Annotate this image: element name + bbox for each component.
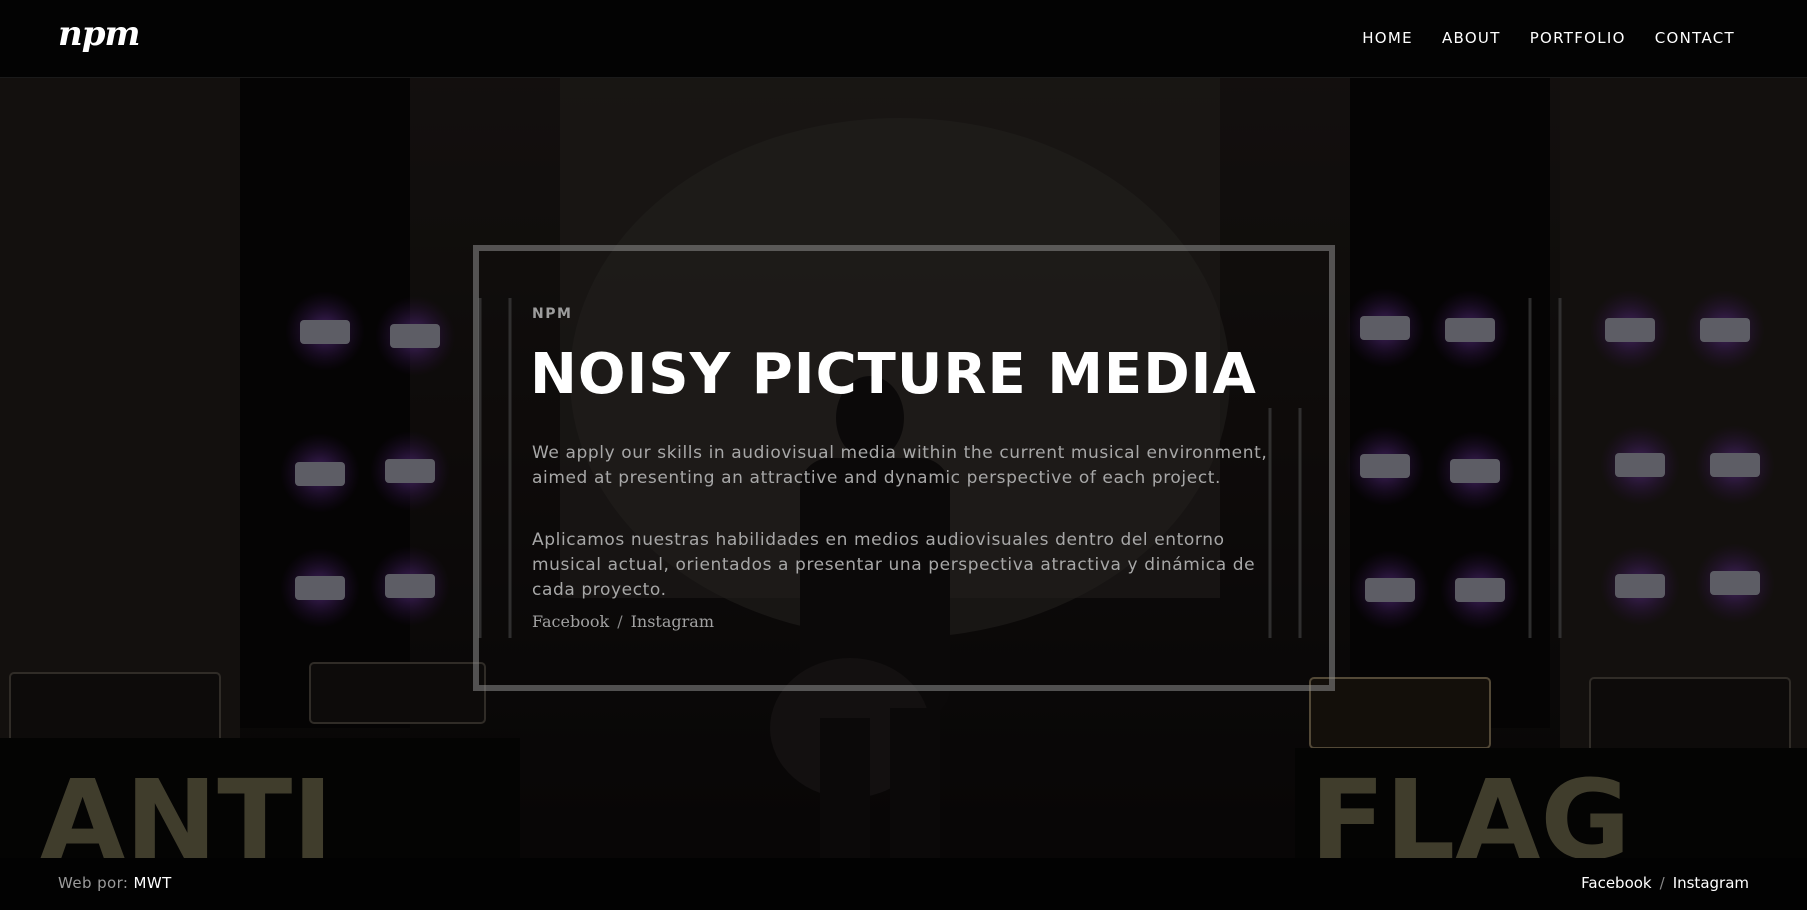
credit-link[interactable]: MWT <box>134 874 172 892</box>
logo[interactable]: npm <box>58 14 140 54</box>
nav-contact-link[interactable]: CONTACT <box>1655 26 1735 50</box>
nav-about-link[interactable]: ABOUT <box>1442 26 1501 50</box>
hero-paragraph-spanish: Aplicamos nuestras habilidades en medios… <box>532 530 1256 600</box>
hero-instagram-link[interactable]: Instagram <box>631 612 714 631</box>
footer-credit: Web por: MWT <box>58 874 172 892</box>
footer: Web por: MWT Facebook / Instagram <box>0 858 1807 910</box>
hero-eyebrow: NPM <box>532 306 573 322</box>
credit-prefix: Web por: <box>58 874 129 892</box>
top-navigation-bar: npm HOME ABOUT PORTFOLIO CONTACT <box>0 0 1807 78</box>
nav-portfolio-link[interactable]: PORTFOLIO <box>1530 26 1626 50</box>
footer-facebook-link[interactable]: Facebook <box>1581 874 1651 892</box>
hero-paragraph-english: We apply our skills in audiovisual media… <box>532 443 1268 488</box>
hero-title: NOISY PICTURE MEDIA <box>530 342 1257 407</box>
footer-instagram-link[interactable]: Instagram <box>1673 874 1749 892</box>
hero-social-separator: / <box>617 612 623 631</box>
nav-home-link[interactable]: HOME <box>1362 26 1413 50</box>
footer-social-links: Facebook / Instagram <box>1581 874 1749 892</box>
hero-facebook-link[interactable]: Facebook <box>532 612 609 631</box>
main-nav: HOME ABOUT PORTFOLIO CONTACT <box>1362 26 1735 50</box>
footer-social-separator: / <box>1659 874 1665 892</box>
hero-social-links: Facebook / Instagram <box>532 612 714 631</box>
